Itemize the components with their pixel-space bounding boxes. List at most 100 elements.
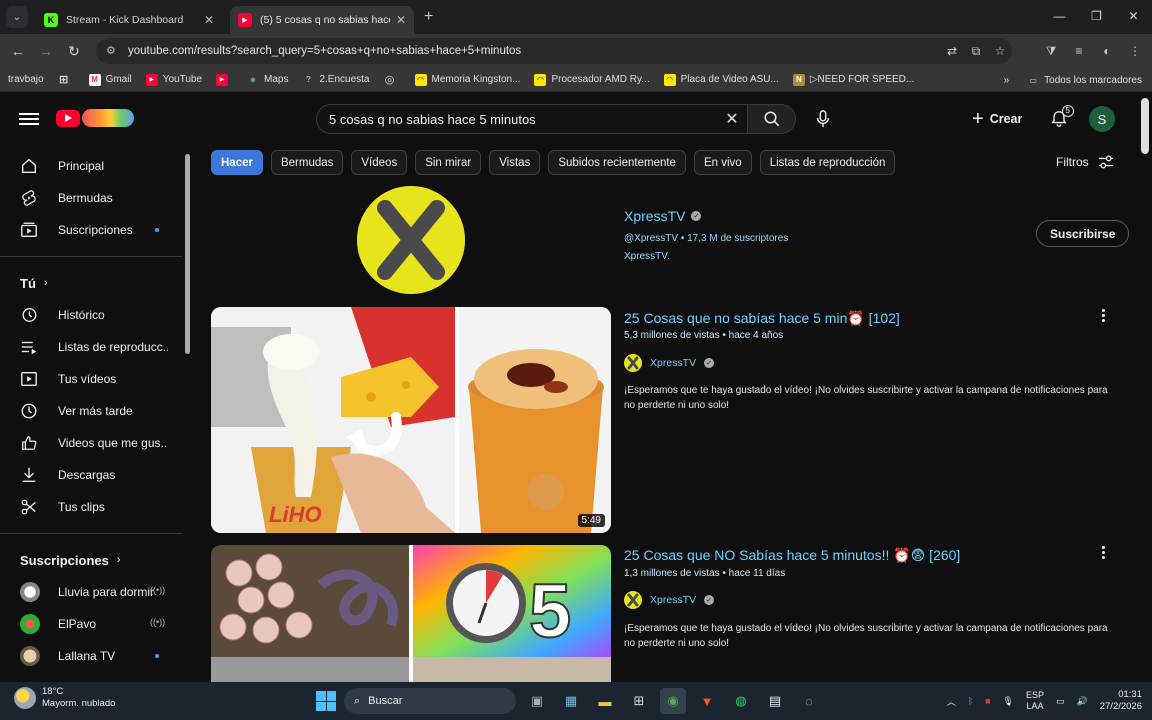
sidebar-you-heading[interactable]: Tú ›: [0, 267, 184, 299]
back-arrow-icon[interactable]: ←: [4, 43, 32, 59]
bookmark-encuesta[interactable]: ? 2.Encuesta: [302, 74, 370, 86]
video-title-link[interactable]: 25 Cosas que no sabías hace 5 min⏰ [102]: [624, 310, 900, 327]
video-thumbnail[interactable]: 5: [211, 545, 611, 682]
tray-app-icon[interactable]: ■: [985, 696, 990, 706]
bookmark-memoria[interactable]: ◠ Memoria Kingston...: [414, 73, 520, 86]
page-scroll-thumb[interactable]: [1141, 98, 1149, 154]
chip-sin-mirar[interactable]: Sin mirar: [415, 150, 482, 175]
bookmark-youtube-2[interactable]: ▶: [216, 73, 233, 86]
url-text[interactable]: youtube.com/results?search_query=5+cosas…: [128, 45, 940, 57]
bookmark-travbajo[interactable]: travbajo: [8, 74, 44, 85]
file-explorer-icon[interactable]: ▬: [592, 688, 618, 714]
chip-listas-de-reproduccion[interactable]: Listas de reproducción: [759, 150, 896, 175]
windows-start-icon[interactable]: [316, 691, 336, 711]
bookmark-placa[interactable]: ◠ Placa de Video ASU...: [663, 73, 779, 86]
whatsapp-icon[interactable]: ◍: [728, 688, 754, 714]
network-icon[interactable]: ▭: [1056, 696, 1065, 707]
tab-youtube-results[interactable]: ▶ (5) 5 cosas q no sabias hace 5 minutos…: [230, 6, 414, 34]
create-button[interactable]: + Crear: [962, 104, 1032, 134]
task-view-icon[interactable]: ▣: [524, 688, 550, 714]
clock[interactable]: 01:31 27/2/2026: [1100, 689, 1142, 713]
sidebar-item-tus-videos[interactable]: Tus vídeos: [0, 363, 184, 395]
microphone-tray-icon[interactable]: 🎙: [1003, 696, 1014, 707]
tab-kick-dashboard[interactable]: K Stream - Kick Dashboard ✕: [36, 6, 222, 34]
sidebar-item-principal[interactable]: Principal: [0, 150, 184, 182]
video-menu-kebab-icon[interactable]: [1098, 546, 1108, 559]
restore-icon[interactable]: ❐: [1078, 0, 1115, 34]
install-app-icon[interactable]: ⧉: [964, 44, 988, 59]
youtube-logo[interactable]: [56, 109, 134, 127]
sidebar-item-tus-clips[interactable]: Tus clips: [0, 491, 184, 523]
notifications-button[interactable]: 5: [1044, 105, 1074, 133]
translate-icon[interactable]: ⇄: [940, 44, 964, 58]
page-scrollbar[interactable]: [1138, 96, 1152, 682]
filters-button[interactable]: Filtros: [1056, 154, 1115, 170]
more-bookmarks-icon[interactable]: »: [1004, 75, 1010, 86]
menu-kebab-icon[interactable]: ⋮: [1124, 40, 1146, 62]
minimize-icon[interactable]: —: [1041, 0, 1078, 34]
bookmark-globe[interactable]: ◎: [384, 74, 401, 86]
profile-icon[interactable]: ◐: [1096, 40, 1118, 62]
sidebar-scrollbar[interactable]: [184, 142, 192, 682]
bookmark-gmail[interactable]: M Gmail: [88, 73, 132, 86]
weather-widget[interactable]: 18°C Mayorm. nublado: [14, 686, 115, 710]
video-thumbnail[interactable]: LiHO 5:49: [211, 307, 611, 533]
close-window-icon[interactable]: ✕: [1115, 0, 1152, 34]
account-avatar[interactable]: S: [1089, 106, 1115, 132]
sidebar-item-me-gusta[interactable]: Videos que me gus...: [0, 427, 184, 459]
widgets-icon[interactable]: ▦: [558, 688, 584, 714]
bookmark-maps[interactable]: ● Maps: [247, 74, 289, 86]
bookmark-nfs[interactable]: N ▷NEED FOR SPEED...: [792, 73, 914, 86]
chip-videos[interactable]: Vídeos: [351, 150, 408, 175]
sidebar-item-historico[interactable]: Histórico: [0, 299, 184, 331]
site-info-icon[interactable]: ⚙: [106, 44, 120, 58]
sidebar-item-suscripciones[interactable]: Suscripciones: [0, 214, 184, 246]
close-tab-icon[interactable]: ✕: [396, 13, 406, 27]
hamburger-menu-icon[interactable]: [18, 108, 40, 130]
extensions-icon[interactable]: ⧩: [1040, 40, 1062, 62]
close-tab-icon[interactable]: ✕: [204, 13, 214, 27]
sidebar-item-bermudas[interactable]: Bermudas: [0, 182, 184, 214]
bluetooth-icon[interactable]: ᛒ: [968, 696, 973, 706]
chip-subidos-recientemente[interactable]: Subidos recientemente: [548, 150, 686, 175]
chip-en-vivo[interactable]: En vivo: [693, 150, 752, 175]
taskbar-search[interactable]: ⌕ Buscar: [344, 688, 516, 714]
video-title-link[interactable]: 25 Cosas que NO Sabías hace 5 minutos!! …: [624, 547, 960, 564]
reload-icon[interactable]: ↻: [60, 43, 88, 60]
sidebar-channel-lallana[interactable]: Lallana TV: [0, 640, 184, 672]
media-controls-icon[interactable]: ≡: [1068, 40, 1090, 62]
video-channel-link[interactable]: XpressTV ✓: [624, 354, 715, 372]
brave-icon[interactable]: ▼: [694, 688, 720, 714]
video-channel-link[interactable]: XpressTV ✓: [624, 591, 715, 609]
apps-grid-icon[interactable]: ⊞: [58, 74, 75, 86]
search-input[interactable]: 5 cosas q no sabias hace 5 minutos: [329, 112, 717, 127]
all-bookmarks[interactable]: ▭ Todos los marcadores: [1027, 74, 1142, 86]
search-button[interactable]: [748, 104, 796, 134]
chip-vistas[interactable]: Vistas: [489, 150, 541, 175]
clear-search-icon[interactable]: ✕: [717, 109, 747, 129]
bookmark-youtube[interactable]: ▶ YouTube: [145, 73, 202, 86]
bookmark-star-icon[interactable]: ☆: [988, 44, 1012, 58]
sidebar-scroll-thumb[interactable]: [185, 154, 190, 354]
tab-search-icon[interactable]: ⌄: [6, 6, 28, 28]
tray-chevron-up-icon[interactable]: ︿: [947, 695, 956, 708]
channel-name-link[interactable]: XpressTV ✓: [624, 208, 702, 224]
sidebar-item-ver-mas-tarde[interactable]: Ver más tarde: [0, 395, 184, 427]
store-icon[interactable]: ⊞: [626, 688, 652, 714]
sidebar-item-listas[interactable]: Listas de reproducc...: [0, 331, 184, 363]
chip-hacer[interactable]: Hacer: [211, 150, 263, 175]
sidebar-channel-lluvia[interactable]: Lluvia para dormir ((•)): [0, 576, 184, 608]
address-bar[interactable]: ⚙ youtube.com/results?search_query=5+cos…: [96, 38, 1012, 64]
video-menu-kebab-icon[interactable]: [1098, 309, 1108, 322]
sidebar-subscriptions-heading[interactable]: Suscripciones ›: [0, 544, 184, 576]
search-box[interactable]: 5 cosas q no sabias hace 5 minutos ✕: [316, 104, 748, 134]
voice-search-button[interactable]: [808, 104, 838, 134]
forward-arrow-icon[interactable]: →: [32, 43, 60, 59]
new-tab-icon[interactable]: +: [424, 8, 433, 26]
subscribe-button[interactable]: Suscribirse: [1036, 220, 1130, 247]
obs-icon[interactable]: ◌: [796, 688, 822, 714]
sidebar-item-descargas[interactable]: Descargas: [0, 459, 184, 491]
notepad-icon[interactable]: ▤: [762, 688, 788, 714]
chrome-icon[interactable]: ◉: [660, 688, 686, 714]
language-indicator[interactable]: ESP LAA: [1026, 690, 1044, 712]
